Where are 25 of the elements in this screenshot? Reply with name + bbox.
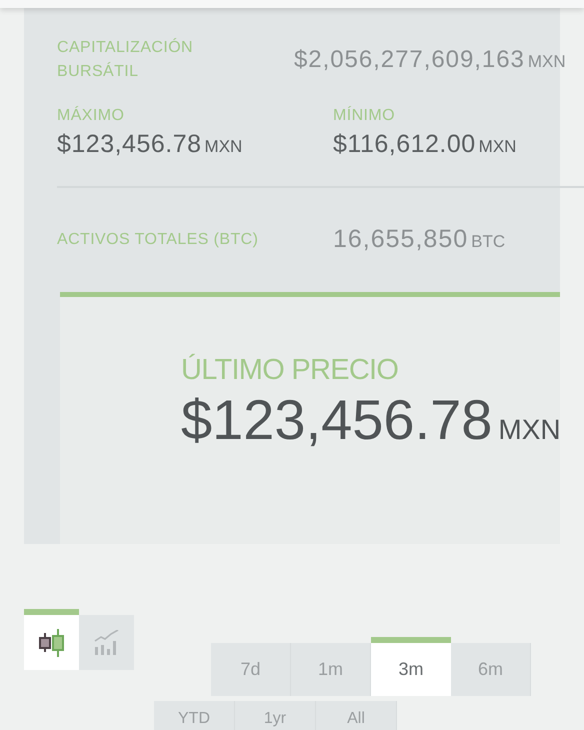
stat-value: $123,456.78 xyxy=(57,129,202,160)
period-tab[interactable]: 1m xyxy=(291,643,371,696)
unit-label: BTC xyxy=(471,231,506,254)
period-tab[interactable]: 1yr xyxy=(235,701,316,730)
unit-label: MXN xyxy=(478,136,516,158)
stat-value: $2,056,277,609,163 xyxy=(294,45,525,75)
last-price-label: ÚLTIMO PRECIO xyxy=(181,353,398,387)
line-bar-chart-icon xyxy=(94,630,120,656)
period-tab[interactable]: 7d xyxy=(211,643,291,696)
stat-label: MÍNIMO xyxy=(333,106,395,126)
candlestick-icon xyxy=(38,628,66,656)
last-price-value: $123,456.78 xyxy=(181,387,492,453)
period-tab[interactable]: 3m xyxy=(371,637,451,696)
period-tab[interactable]: YTD xyxy=(154,701,235,730)
stat-value: $116,612.00 xyxy=(333,129,476,160)
stat-value: 16,655,850 xyxy=(333,224,468,256)
chart-type-button[interactable] xyxy=(24,609,79,670)
unit-label: MXN xyxy=(528,51,566,73)
stat-label: ACTIVOS TOTALES (BTC) xyxy=(57,230,260,250)
stat-label: CAPITALIZACIÓN BURSÁTIL xyxy=(57,37,194,82)
stat-label: MÁXIMO xyxy=(57,106,124,126)
period-tab[interactable]: All xyxy=(316,701,397,730)
unit-label: MXN xyxy=(498,413,561,447)
unit-label: MXN xyxy=(204,136,242,158)
period-tab[interactable]: 6m xyxy=(451,643,531,696)
